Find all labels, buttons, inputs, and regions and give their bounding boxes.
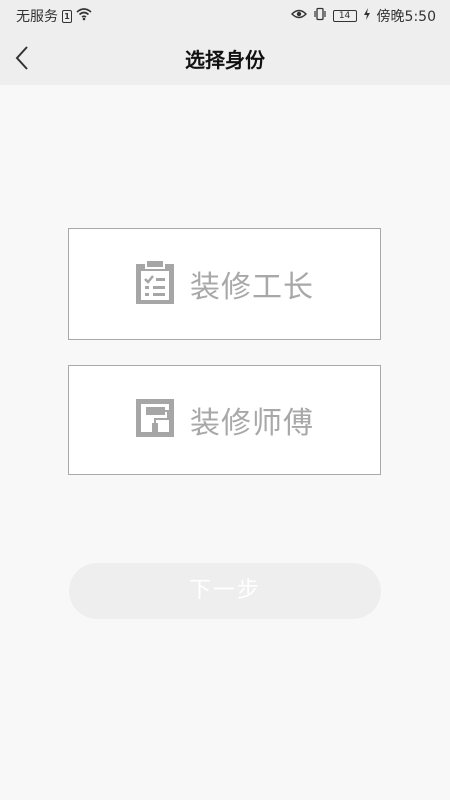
battery-icon: 14 <box>332 10 357 22</box>
header-bar: 选择身份 <box>0 30 450 85</box>
wifi-icon <box>76 7 92 25</box>
eye-icon <box>290 8 307 24</box>
role-option-foreman[interactable]: 装修工长 <box>68 228 381 340</box>
status-right: 14 傍晚5:50 <box>290 6 436 26</box>
paint-roller-icon <box>134 397 176 443</box>
clipboard-checklist-icon <box>134 259 176 309</box>
page-title: 选择身份 <box>185 48 265 72</box>
carrier-text: 无服务 <box>16 9 58 25</box>
next-step-button[interactable]: 下一步 <box>69 563 381 619</box>
charging-icon <box>363 8 371 24</box>
status-left: 无服务 1 <box>16 6 92 26</box>
role-option-worker[interactable]: 装修师傅 <box>68 365 381 475</box>
vibrate-icon <box>313 7 327 25</box>
role-label-worker: 装修师傅 <box>190 406 314 441</box>
clock-time: 傍晚5:50 <box>376 9 436 25</box>
role-label-foreman: 装修工长 <box>190 270 314 305</box>
status-bar: 无服务 1 14 傍晚5:50 <box>0 0 450 30</box>
sim-card-icon: 1 <box>62 9 72 23</box>
